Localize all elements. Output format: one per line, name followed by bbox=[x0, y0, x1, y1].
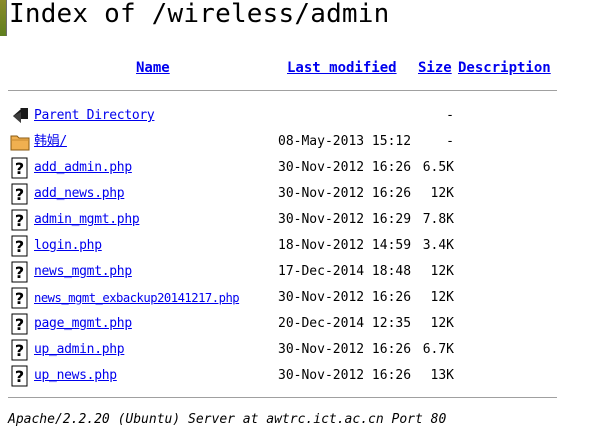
list-item-file: ? up_admin.php 30-Nov-2012 16:26 6.7K bbox=[8, 337, 588, 363]
last-modified-value: 30-Nov-2012 16:26 bbox=[278, 186, 412, 201]
size-value: - bbox=[446, 134, 454, 149]
list-item-file: ? news_mgmt_exbackup20141217.php 30-Nov-… bbox=[8, 285, 588, 311]
last-modified-value: 30-Nov-2012 16:26 bbox=[278, 368, 412, 383]
unknown-file-icon: ? bbox=[10, 365, 30, 387]
size-value: 13K bbox=[430, 368, 454, 383]
size-value: 12K bbox=[430, 186, 454, 201]
page-title: Index of /wireless/admin bbox=[9, 0, 390, 29]
unknown-file-icon: ? bbox=[10, 261, 30, 283]
list-item-file: ? login.php 18-Nov-2012 14:59 3.4K bbox=[8, 233, 588, 259]
column-header-description[interactable]: Description bbox=[458, 58, 551, 78]
footer-divider bbox=[8, 397, 557, 398]
unknown-file-icon: ? bbox=[10, 209, 30, 231]
list-item-folder: 韩娟/ 08-May-2013 15:12 - bbox=[8, 129, 588, 155]
file-link[interactable]: 韩娟/ bbox=[34, 133, 67, 151]
svg-text:?: ? bbox=[15, 211, 24, 230]
file-link[interactable]: news_mgmt_exbackup20141217.php bbox=[34, 289, 240, 307]
file-link[interactable]: news_mgmt.php bbox=[34, 263, 132, 281]
last-modified-value: 30-Nov-2012 16:29 bbox=[278, 212, 412, 227]
window-edge-decoration bbox=[0, 0, 7, 36]
last-modified-value: 30-Nov-2012 16:26 bbox=[278, 160, 412, 175]
size-value: 12K bbox=[430, 316, 454, 331]
list-item-file: ? add_admin.php 30-Nov-2012 16:26 6.5K bbox=[8, 155, 588, 181]
file-link[interactable]: up_news.php bbox=[34, 367, 117, 385]
column-header-size[interactable]: Size bbox=[418, 58, 452, 78]
folder-icon bbox=[10, 131, 30, 153]
file-link[interactable]: add_admin.php bbox=[34, 159, 132, 177]
file-link[interactable]: add_news.php bbox=[34, 185, 125, 203]
file-link[interactable]: Parent Directory bbox=[34, 107, 155, 125]
size-value: 12K bbox=[430, 264, 454, 279]
unknown-file-icon: ? bbox=[10, 339, 30, 361]
list-item-file: ? up_news.php 30-Nov-2012 16:26 13K bbox=[8, 363, 588, 389]
column-header-row: Name Last modified Size Description bbox=[0, 58, 596, 80]
unknown-file-icon: ? bbox=[10, 157, 30, 179]
size-value: 12K bbox=[430, 290, 454, 305]
size-value: 6.7K bbox=[422, 342, 454, 357]
last-modified-value: 08-May-2013 15:12 bbox=[278, 134, 412, 149]
size-value: 7.8K bbox=[422, 212, 454, 227]
list-item-file: ? page_mgmt.php 20-Dec-2014 12:35 12K bbox=[8, 311, 588, 337]
unknown-file-icon: ? bbox=[10, 183, 30, 205]
last-modified-value: 20-Dec-2014 12:35 bbox=[278, 316, 412, 331]
last-modified-value: 18-Nov-2012 14:59 bbox=[278, 238, 412, 253]
last-modified-value: 17-Dec-2014 18:48 bbox=[278, 264, 412, 279]
last-modified-value: 30-Nov-2012 16:26 bbox=[278, 342, 412, 357]
list-item-file: ? admin_mgmt.php 30-Nov-2012 16:29 7.8K bbox=[8, 207, 588, 233]
svg-text:?: ? bbox=[15, 185, 24, 204]
file-link[interactable]: login.php bbox=[34, 237, 102, 255]
file-link[interactable]: page_mgmt.php bbox=[34, 315, 132, 333]
svg-text:?: ? bbox=[15, 341, 24, 360]
file-link[interactable]: admin_mgmt.php bbox=[34, 211, 140, 229]
unknown-file-icon: ? bbox=[10, 287, 30, 309]
unknown-file-icon: ? bbox=[10, 235, 30, 257]
size-value: - bbox=[446, 108, 454, 123]
unknown-file-icon: ? bbox=[10, 313, 30, 335]
column-header-name[interactable]: Name bbox=[136, 58, 170, 78]
column-header-last-modified[interactable]: Last modified bbox=[287, 58, 397, 78]
list-item-file: ? news_mgmt.php 17-Dec-2014 18:48 12K bbox=[8, 259, 588, 285]
svg-text:?: ? bbox=[15, 237, 24, 256]
file-listing: Parent Directory - 韩娟/ 08-May-2013 15:12… bbox=[8, 103, 588, 389]
size-value: 6.5K bbox=[422, 160, 454, 175]
file-link[interactable]: up_admin.php bbox=[34, 341, 125, 359]
svg-text:?: ? bbox=[15, 159, 24, 178]
svg-text:?: ? bbox=[15, 315, 24, 334]
size-value: 3.4K bbox=[422, 238, 454, 253]
svg-text:?: ? bbox=[15, 367, 24, 386]
svg-text:?: ? bbox=[15, 289, 24, 308]
svg-text:?: ? bbox=[15, 263, 24, 282]
list-item-file: ? add_news.php 30-Nov-2012 16:26 12K bbox=[8, 181, 588, 207]
last-modified-value: 30-Nov-2012 16:26 bbox=[278, 290, 412, 305]
header-divider bbox=[8, 90, 557, 91]
back-icon bbox=[10, 105, 30, 127]
server-signature: Apache/2.2.20 (Ubuntu) Server at awtrc.i… bbox=[8, 412, 447, 427]
list-item-parent-directory: Parent Directory - bbox=[8, 103, 588, 129]
